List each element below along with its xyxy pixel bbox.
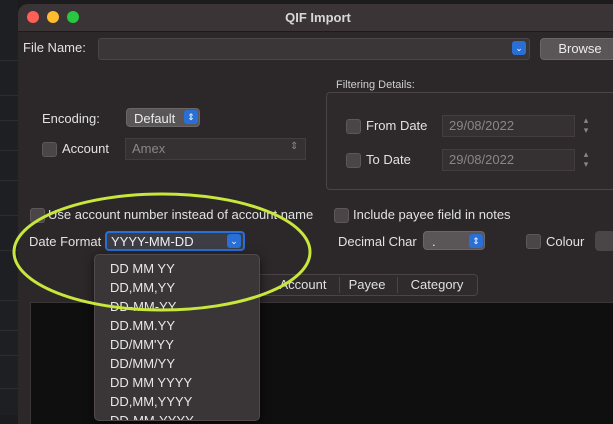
chevron-updown-icon: ⇕ xyxy=(184,110,198,124)
chevron-down-icon[interactable]: ⌄ xyxy=(512,41,526,55)
decimal-char-value: . xyxy=(432,234,436,249)
from-date-label: From Date xyxy=(366,118,428,133)
date-format-option[interactable]: DD-MM-YYYY xyxy=(110,411,194,420)
from-date-stepper-icon[interactable]: ▴ ▾ xyxy=(580,115,592,137)
date-format-option[interactable]: DD/MM'YY xyxy=(110,335,174,354)
to-date-value: 29/08/2022 xyxy=(449,152,515,167)
annotation-ellipse xyxy=(12,192,312,312)
from-date-checkbox[interactable] xyxy=(346,119,361,134)
to-date-label: To Date xyxy=(366,152,411,167)
include-payee-checkbox[interactable] xyxy=(334,208,349,223)
colour-checkbox[interactable] xyxy=(526,234,541,249)
encoding-label: Encoding: xyxy=(42,111,100,126)
date-format-option[interactable]: DD.MM.YY xyxy=(110,316,175,335)
from-date-field[interactable]: 29/08/2022 xyxy=(442,115,575,137)
window-title: QIF Import xyxy=(285,10,351,25)
to-date-field[interactable]: 29/08/2022 xyxy=(442,149,575,171)
from-date-value: 29/08/2022 xyxy=(449,118,515,133)
include-payee-label: Include payee field in notes xyxy=(353,207,511,222)
account-value: Amex xyxy=(132,141,166,156)
colour-well[interactable] xyxy=(595,231,613,251)
filtering-group xyxy=(326,92,613,190)
account-label: Account xyxy=(62,141,109,156)
tab-category[interactable]: Category xyxy=(399,275,475,295)
chevron-updown-icon: ⇕ xyxy=(469,234,483,248)
browse-button[interactable]: Browse xyxy=(540,38,613,60)
decimal-char-label: Decimal Char xyxy=(338,234,417,249)
date-format-option[interactable]: DD/MM/YY xyxy=(110,354,175,373)
to-date-checkbox[interactable] xyxy=(346,153,361,168)
colour-label: Colour xyxy=(546,234,585,249)
account-select[interactable]: Amex xyxy=(125,138,306,160)
filtering-title: Filtering Details: xyxy=(336,79,415,91)
date-format-option[interactable]: DD,MM,YYYY xyxy=(110,392,192,411)
file-name-field[interactable] xyxy=(98,38,530,60)
date-format-option[interactable]: DD MM YYYY xyxy=(110,373,192,392)
file-name-label: File Name: xyxy=(23,40,86,55)
tab-payee[interactable]: Payee xyxy=(341,275,393,295)
account-checkbox[interactable] xyxy=(42,142,57,157)
encoding-value: Default xyxy=(134,111,176,126)
to-date-stepper-icon[interactable]: ▴ ▾ xyxy=(580,149,592,171)
chevron-updown-icon: ⇕ xyxy=(290,141,299,152)
title-bar: QIF Import xyxy=(18,4,613,32)
